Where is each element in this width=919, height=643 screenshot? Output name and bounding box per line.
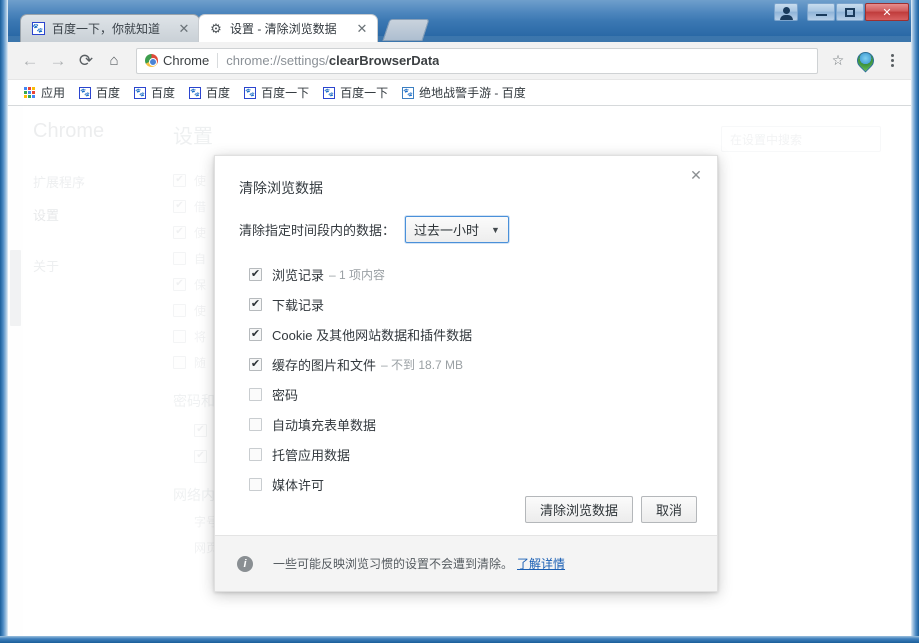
page-viewport: Chrome 扩展程序 设置 关于 设置 ✔使 ✔借 ✔使 自 ✔保 使 将 随… xyxy=(8,106,911,636)
checkbox-row-autofill[interactable]: 自动填充表单数据 xyxy=(239,409,693,439)
time-range-row: 清除指定时间段内的数据： 过去一小时 ▼ xyxy=(239,216,693,243)
chrome-badge-label: Chrome xyxy=(163,53,210,68)
dialog-body: 清除指定时间段内的数据： 过去一小时 ▼ ✔ 浏览记录 – 1 项内容 ✔ 下载… xyxy=(215,216,717,499)
bookmark-apps[interactable]: 应用 xyxy=(18,83,71,103)
checkbox-icon[interactable]: ✔ xyxy=(249,327,262,341)
window-border-left xyxy=(0,0,8,643)
bookmark-label: 绝地战警手游 - 百度 xyxy=(419,86,526,100)
tab-settings[interactable]: ⚙ 设置 - 清除浏览数据 ✕ xyxy=(198,14,378,42)
address-bar[interactable]: Chrome chrome://settings/clearBrowserDat… xyxy=(136,47,818,74)
baidu-paw-alt-icon: 🐾 xyxy=(402,86,415,99)
time-range-select[interactable]: 过去一小时 ▼ xyxy=(405,216,509,243)
time-range-value: 过去一小时 xyxy=(414,223,480,238)
checkbox-row-cookies[interactable]: ✔ Cookie 及其他网站数据和插件数据 xyxy=(239,319,693,349)
chevron-down-icon: ▼ xyxy=(491,224,500,235)
bookmark-item[interactable]: 🐾 百度一下 xyxy=(238,83,315,103)
checkbox-meta: – 1 项内容 xyxy=(329,267,386,282)
time-range-label: 清除指定时间段内的数据： xyxy=(239,223,396,238)
reload-icon[interactable]: ⟳ xyxy=(72,47,100,75)
chrome-security-badge: Chrome xyxy=(145,53,217,68)
window-border-right xyxy=(911,0,919,643)
baidu-paw-icon: 🐾 xyxy=(244,86,257,99)
checkbox-label: 浏览记录 xyxy=(272,267,325,283)
tab-close-icon[interactable]: ✕ xyxy=(355,22,369,36)
dialog-footer: i 一些可能反映浏览习惯的设置不会遭到清除。 了解详情 xyxy=(215,535,717,591)
dialog-title: 清除浏览数据 xyxy=(239,180,323,196)
checkbox-label: 自动填充表单数据 xyxy=(272,417,377,433)
checkbox-row-download-history[interactable]: ✔ 下载记录 xyxy=(239,289,693,319)
checkbox-icon[interactable] xyxy=(249,417,262,431)
browser-window: ✕ 🐾 百度一下，你就知道 ✕ ⚙ 设置 - 清除浏览数据 ✕ ← → ⟳ ⌂ xyxy=(0,0,919,643)
tab-baidu[interactable]: 🐾 百度一下，你就知道 ✕ xyxy=(20,14,200,42)
checkbox-row-browsing-history[interactable]: ✔ 浏览记录 – 1 项内容 xyxy=(239,259,693,289)
home-icon[interactable]: ⌂ xyxy=(100,47,128,75)
checkbox-row-passwords[interactable]: 密码 xyxy=(239,379,693,409)
tab-close-icon[interactable]: ✕ xyxy=(177,22,191,36)
address-bar-url: chrome://settings/clearBrowserData xyxy=(226,53,440,68)
tab-strip: 🐾 百度一下，你就知道 ✕ ⚙ 设置 - 清除浏览数据 ✕ xyxy=(8,14,911,42)
baidu-paw-icon: 🐾 xyxy=(134,86,147,99)
tab-title: 百度一下，你就知道 xyxy=(52,22,161,36)
checkbox-icon[interactable]: ✔ xyxy=(249,357,262,371)
checkbox-icon[interactable]: ✔ xyxy=(249,267,262,281)
forward-icon[interactable]: → xyxy=(44,47,72,75)
checkbox-label: 媒体许可 xyxy=(272,477,325,493)
baidu-paw-icon: 🐾 xyxy=(189,86,202,99)
checkbox-label: 密码 xyxy=(272,387,299,403)
data-type-checkbox-list: ✔ 浏览记录 – 1 项内容 ✔ 下载记录 ✔ Cookie 及其他网站数据和插… xyxy=(239,259,693,499)
checkbox-label: 下载记录 xyxy=(272,297,325,313)
footer-note: 一些可能反映浏览习惯的设置不会遭到清除。 xyxy=(273,557,514,571)
bookmark-label: 百度 xyxy=(206,86,231,100)
checkbox-row-media-licenses[interactable]: 媒体许可 xyxy=(239,469,693,499)
bookmark-item[interactable]: 🐾 百度 xyxy=(73,83,126,103)
bookmark-label: 百度一下 xyxy=(340,86,389,100)
tab-title: 设置 - 清除浏览数据 xyxy=(230,22,337,36)
window-border-bottom xyxy=(0,636,919,643)
checkbox-row-hosted-app-data[interactable]: 托管应用数据 xyxy=(239,439,693,469)
dialog-button-row: 清除浏览数据 取消 xyxy=(524,496,697,523)
new-tab-button[interactable] xyxy=(382,19,430,41)
browser-toolbar: ← → ⟳ ⌂ Chrome chrome://settings/clearBr… xyxy=(8,42,911,80)
checkbox-label: 托管应用数据 xyxy=(272,447,351,463)
bookmark-label: 百度 xyxy=(96,86,121,100)
bookmark-label: 百度一下 xyxy=(261,86,310,100)
person-icon xyxy=(779,6,793,20)
checkbox-icon[interactable] xyxy=(249,387,262,401)
apps-grid-icon xyxy=(24,87,35,98)
three-dot-menu-icon[interactable] xyxy=(881,49,903,73)
bookmark-item[interactable]: 🐾 绝地战警手游 - 百度 xyxy=(396,83,532,103)
close-icon[interactable]: ✕ xyxy=(685,164,707,186)
checkbox-icon[interactable] xyxy=(249,477,262,491)
cancel-button[interactable]: 取消 xyxy=(640,496,697,523)
checkbox-icon[interactable]: ✔ xyxy=(249,297,262,311)
clear-browsing-data-button[interactable]: 清除浏览数据 xyxy=(524,496,633,523)
checkbox-icon[interactable] xyxy=(249,447,262,461)
bookmarks-bar: 应用 🐾 百度 🐾 百度 🐾 百度 🐾 百度一下 🐾 百度一下 🐾 绝地战警手游… xyxy=(8,80,911,106)
learn-more-link[interactable]: 了解详情 xyxy=(517,555,565,572)
bookmark-label: 百度 xyxy=(151,86,176,100)
extension-droplet-icon[interactable] xyxy=(853,48,878,73)
checkbox-label: 缓存的图片和文件 xyxy=(272,357,377,373)
bookmark-star-icon[interactable]: ☆ xyxy=(826,49,850,73)
baidu-paw-icon: 🐾 xyxy=(79,86,92,99)
info-icon: i xyxy=(237,555,253,572)
bookmark-item[interactable]: 🐾 百度一下 xyxy=(317,83,394,103)
clear-browsing-data-dialog: ✕ 清除浏览数据 清除指定时间段内的数据： 过去一小时 ▼ ✔ 浏览记录 – 1… xyxy=(214,155,718,592)
baidu-paw-icon: 🐾 xyxy=(31,22,45,35)
chrome-logo-icon xyxy=(145,54,158,67)
checkbox-label: Cookie 及其他网站数据和插件数据 xyxy=(272,327,473,343)
checkbox-meta: – 不到 18.7 MB xyxy=(381,357,464,372)
omnibox-divider xyxy=(217,53,219,68)
baidu-paw-icon: 🐾 xyxy=(323,86,336,99)
back-icon[interactable]: ← xyxy=(16,47,44,75)
bookmark-item[interactable]: 🐾 百度 xyxy=(128,83,181,103)
gear-icon: ⚙ xyxy=(210,21,222,36)
checkbox-row-cached-images[interactable]: ✔ 缓存的图片和文件 – 不到 18.7 MB xyxy=(239,349,693,379)
bookmark-label: 应用 xyxy=(41,86,66,100)
bookmark-item[interactable]: 🐾 百度 xyxy=(183,83,236,103)
